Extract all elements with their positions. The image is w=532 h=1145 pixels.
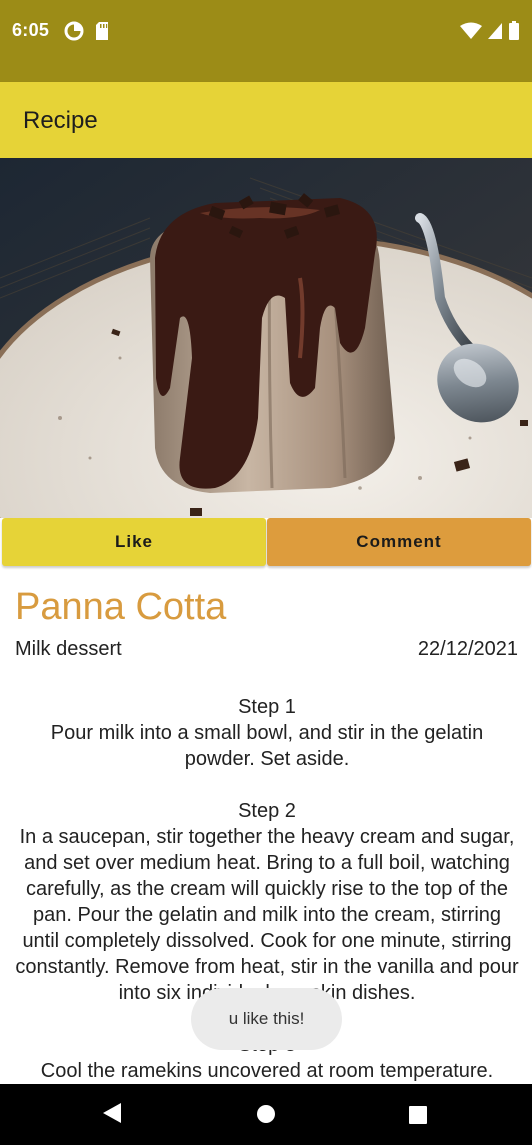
step-item: Step 1 Pour milk into a small bowl, and … xyxy=(14,694,520,772)
recipe-category: Milk dessert xyxy=(15,638,122,660)
step-text: Cool the ramekins uncovered at room temp… xyxy=(40,1060,494,1082)
wifi-icon xyxy=(460,22,482,39)
status-notification-icons xyxy=(64,21,110,41)
status-time: 6:05 xyxy=(12,20,50,40)
recipe-photo xyxy=(0,158,532,518)
status-system-icons xyxy=(460,21,520,41)
data-saver-icon xyxy=(64,21,84,41)
like-button[interactable]: Like xyxy=(2,518,266,566)
battery-icon xyxy=(509,21,519,40)
step-text: In a saucepan, stir together the heavy c… xyxy=(15,826,519,1004)
recent-apps-icon[interactable] xyxy=(408,1105,428,1125)
recipe-date: 22/12/2021 xyxy=(417,638,518,660)
page-title: Recipe xyxy=(23,107,98,134)
step-item: Step 2 In a saucepan, stir together the … xyxy=(14,798,520,1006)
app-bar: Recipe xyxy=(0,82,532,158)
status-bar: 6:05 xyxy=(0,0,532,82)
step-label: Step 2 xyxy=(238,800,296,822)
home-icon[interactable] xyxy=(256,1104,276,1124)
comment-button[interactable]: Comment xyxy=(267,518,531,566)
recipe-title: Panna Cotta xyxy=(15,586,227,628)
sd-card-icon xyxy=(96,22,108,40)
step-text: Pour milk into a small bowl, and stir in… xyxy=(50,722,484,770)
step-label: Step 1 xyxy=(238,696,296,718)
system-nav-bar xyxy=(0,1084,532,1145)
cell-signal-icon xyxy=(488,23,502,39)
toast-message: u like this! xyxy=(191,988,342,1050)
back-icon[interactable] xyxy=(102,1102,122,1124)
